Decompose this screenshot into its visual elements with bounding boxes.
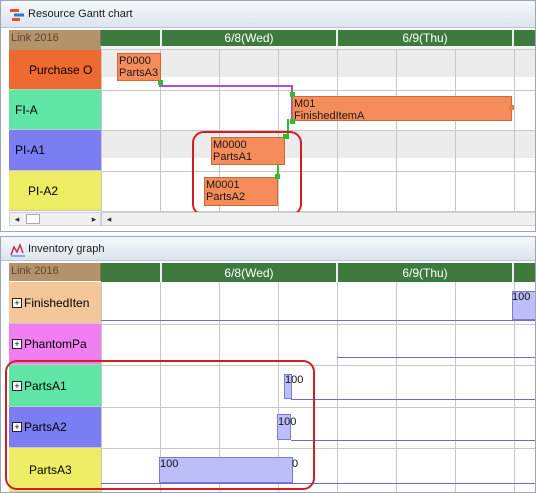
gridline — [101, 171, 535, 172]
row-label-text: FinishedIten — [24, 295, 90, 310]
task-item: PartsA3 — [119, 67, 159, 79]
inventory-baseline — [337, 357, 535, 358]
corner-link-label: Link — [11, 32, 32, 44]
row-label-pi-a2: PI-A2 — [9, 171, 101, 211]
row-label-text: PI-A2 — [28, 183, 59, 198]
inventory-date-wed: 6/8(Wed) — [224, 266, 274, 280]
gantt-date-wed: 6/8(Wed) — [224, 31, 274, 45]
task-bar-p0000[interactable]: P0000 PartsA3 — [117, 53, 161, 81]
row-label-fi-a: FI-A — [9, 90, 101, 130]
highlight-callout — [5, 360, 315, 490]
gridline — [396, 282, 397, 492]
scroll-right-button[interactable]: ▸ — [87, 212, 101, 226]
gridline — [101, 90, 535, 91]
inventory-date-thu: 6/9(Thu) — [402, 266, 448, 280]
row-label-text: PhantomPa — [24, 337, 87, 351]
scroll-left-button[interactable]: ◂ — [10, 212, 24, 226]
task-bar-m01[interactable]: M01 FinishedItemA — [292, 96, 512, 121]
highlight-callout — [192, 131, 302, 216]
inv-row-label-finished: + FinishedIten — [9, 282, 101, 324]
inventory-titlebar: Inventory graph — [1, 237, 535, 261]
row-label-text: PI-A1 — [15, 143, 46, 157]
gridline — [101, 130, 535, 131]
gantt-row[interactable] — [101, 171, 535, 211]
row-slot — [101, 158, 535, 171]
gantt-title: Resource Gantt chart — [28, 8, 133, 20]
scroll-thumb[interactable] — [26, 214, 40, 224]
inventory-baseline — [291, 440, 535, 441]
inventory-title: Inventory graph — [28, 243, 105, 255]
inventory-value-finished: 100 — [512, 291, 531, 303]
dependency-link — [159, 85, 293, 87]
task-pin[interactable] — [158, 80, 163, 85]
corner-link-label: Link — [11, 265, 32, 277]
expand-toggle[interactable]: + — [12, 339, 22, 349]
inventory-graph-icon — [10, 243, 25, 257]
inventory-graph-panel: Inventory graph Link 2016 6/8(Wed) 6/9(T… — [0, 236, 536, 493]
header-day-divider — [512, 30, 514, 46]
inv-row-label-phantom: + PhantomPa — [9, 324, 101, 365]
task-item: FinishedItemA — [294, 110, 365, 121]
resource-gantt-panel: Resource Gantt chart Link 2016 6/8(Wed) … — [0, 0, 536, 232]
task-pin[interactable] — [290, 92, 295, 97]
gantt-date-thu: 6/9(Thu) — [402, 31, 448, 45]
scroll-left-button[interactable]: ◂ — [102, 212, 116, 226]
inventory-corner-cell: Link 2016 — [9, 263, 101, 281]
inventory-baseline — [101, 320, 535, 321]
gridline — [455, 282, 456, 492]
task-id: P0000 — [119, 55, 151, 67]
row-label-purchase: Purchase O — [9, 50, 101, 90]
row-label-pi-a1: PI-A1 — [9, 130, 101, 171]
corner-year-label: 2016 — [34, 265, 59, 277]
gantt-chart-icon — [10, 9, 24, 21]
corner-year-label: 2016 — [34, 32, 59, 44]
gantt-horizontal-scrollbar[interactable]: ◂ — [101, 212, 535, 226]
task-id: M01 — [294, 98, 316, 110]
row-label-text: FI-A — [15, 102, 38, 117]
inventory-baseline — [291, 399, 535, 400]
row-label-text: Purchase O — [29, 62, 93, 77]
gantt-titlebar: Resource Gantt chart — [1, 1, 535, 28]
label-horizontal-scrollbar[interactable]: ◂ ▸ — [9, 212, 101, 226]
row-slot — [101, 77, 535, 90]
task-pin[interactable] — [509, 105, 514, 110]
task-pin[interactable] — [290, 119, 295, 124]
gridline — [337, 282, 338, 492]
expand-toggle[interactable]: + — [12, 297, 22, 308]
gridline — [101, 324, 535, 325]
gantt-corner-cell: Link 2016 — [9, 30, 101, 45]
header-day-divider — [512, 263, 514, 282]
